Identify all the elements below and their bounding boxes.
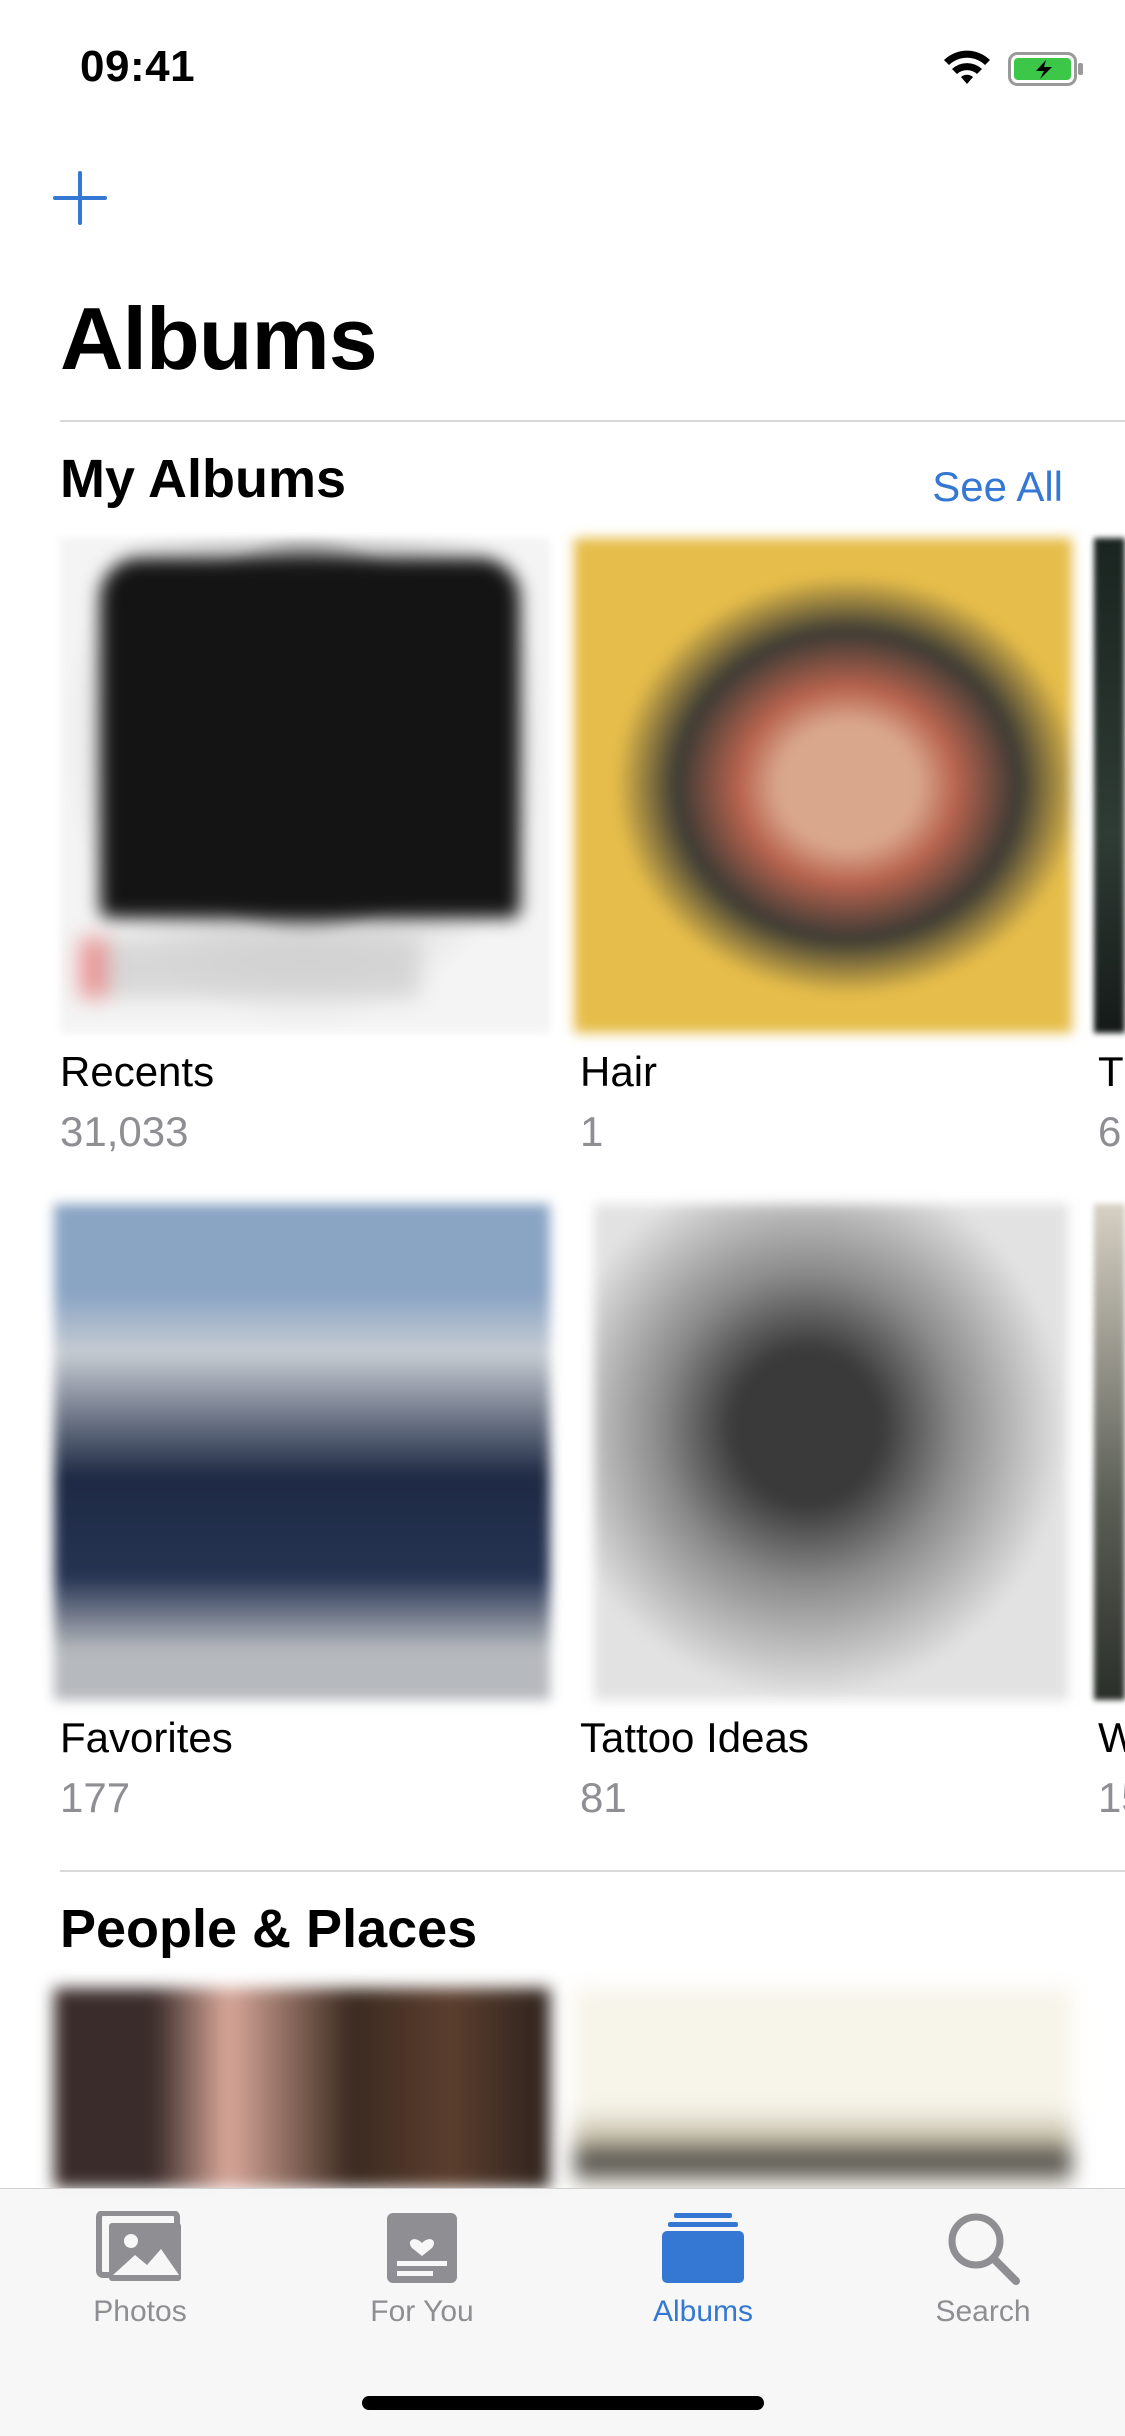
album-count: 6 [1098, 1108, 1122, 1155]
people-album-thumbnail[interactable] [54, 1988, 550, 2188]
thumbnail-image [100, 558, 520, 918]
album-thumbnail-favorites[interactable] [54, 1204, 550, 1700]
album-count: 15 [1098, 1774, 1125, 1821]
photos-icon [96, 2211, 181, 2281]
tab-albums[interactable]: Albums [583, 2211, 823, 2361]
album-name[interactable]: T [1098, 1048, 1125, 1096]
tab-label: For You [370, 2295, 474, 2328]
section-title-my-albums: My Albums [60, 449, 347, 509]
places-album-thumbnail[interactable] [574, 1988, 1072, 2188]
album-count: 177 [60, 1774, 131, 1821]
tab-search[interactable]: Search [863, 2211, 1103, 2361]
album-name[interactable]: Favorites [60, 1714, 233, 1762]
album-count: 1 [580, 1108, 604, 1155]
albums-icon [662, 2213, 744, 2283]
divider [60, 1870, 1125, 1872]
search-icon [948, 2213, 1020, 2285]
album-name[interactable]: Tattoo Ideas [580, 1714, 809, 1762]
status-bar: 09:41 [0, 0, 1125, 132]
album-thumbnail-recents[interactable] [60, 538, 550, 1033]
tab-for-you[interactable]: For You [302, 2211, 542, 2361]
page-title: Albums [60, 289, 378, 388]
add-album-button[interactable] [52, 170, 108, 226]
home-indicator [362, 2396, 764, 2410]
album-name[interactable]: Hair [580, 1048, 657, 1096]
album-thumbnail-partial[interactable] [1094, 1204, 1125, 1700]
album-count: 31,033 [60, 1108, 189, 1155]
tab-label: Albums [652, 2295, 754, 2328]
tab-label: Search [935, 2295, 1031, 2328]
section-title-people-places: People & Places [60, 1899, 478, 1959]
album-count: 81 [580, 1774, 627, 1821]
status-time: 09:41 [80, 42, 196, 91]
album-name[interactable]: W [1098, 1714, 1125, 1762]
album-thumbnail-partial[interactable] [1094, 538, 1125, 1033]
tab-photos[interactable]: Photos [20, 2211, 260, 2361]
album-thumbnail-hair[interactable] [574, 538, 1072, 1033]
wifi-icon [944, 50, 990, 84]
thumbnail-image [80, 938, 420, 998]
album-name[interactable]: Recents [60, 1048, 214, 1096]
see-all-link[interactable]: See All [932, 463, 1063, 511]
album-thumbnail-tattoo-ideas[interactable] [594, 1204, 1068, 1700]
battery-icon [1008, 52, 1083, 86]
divider [60, 420, 1125, 422]
for-you-icon [387, 2213, 457, 2283]
tab-label: Photos [93, 2295, 187, 2328]
